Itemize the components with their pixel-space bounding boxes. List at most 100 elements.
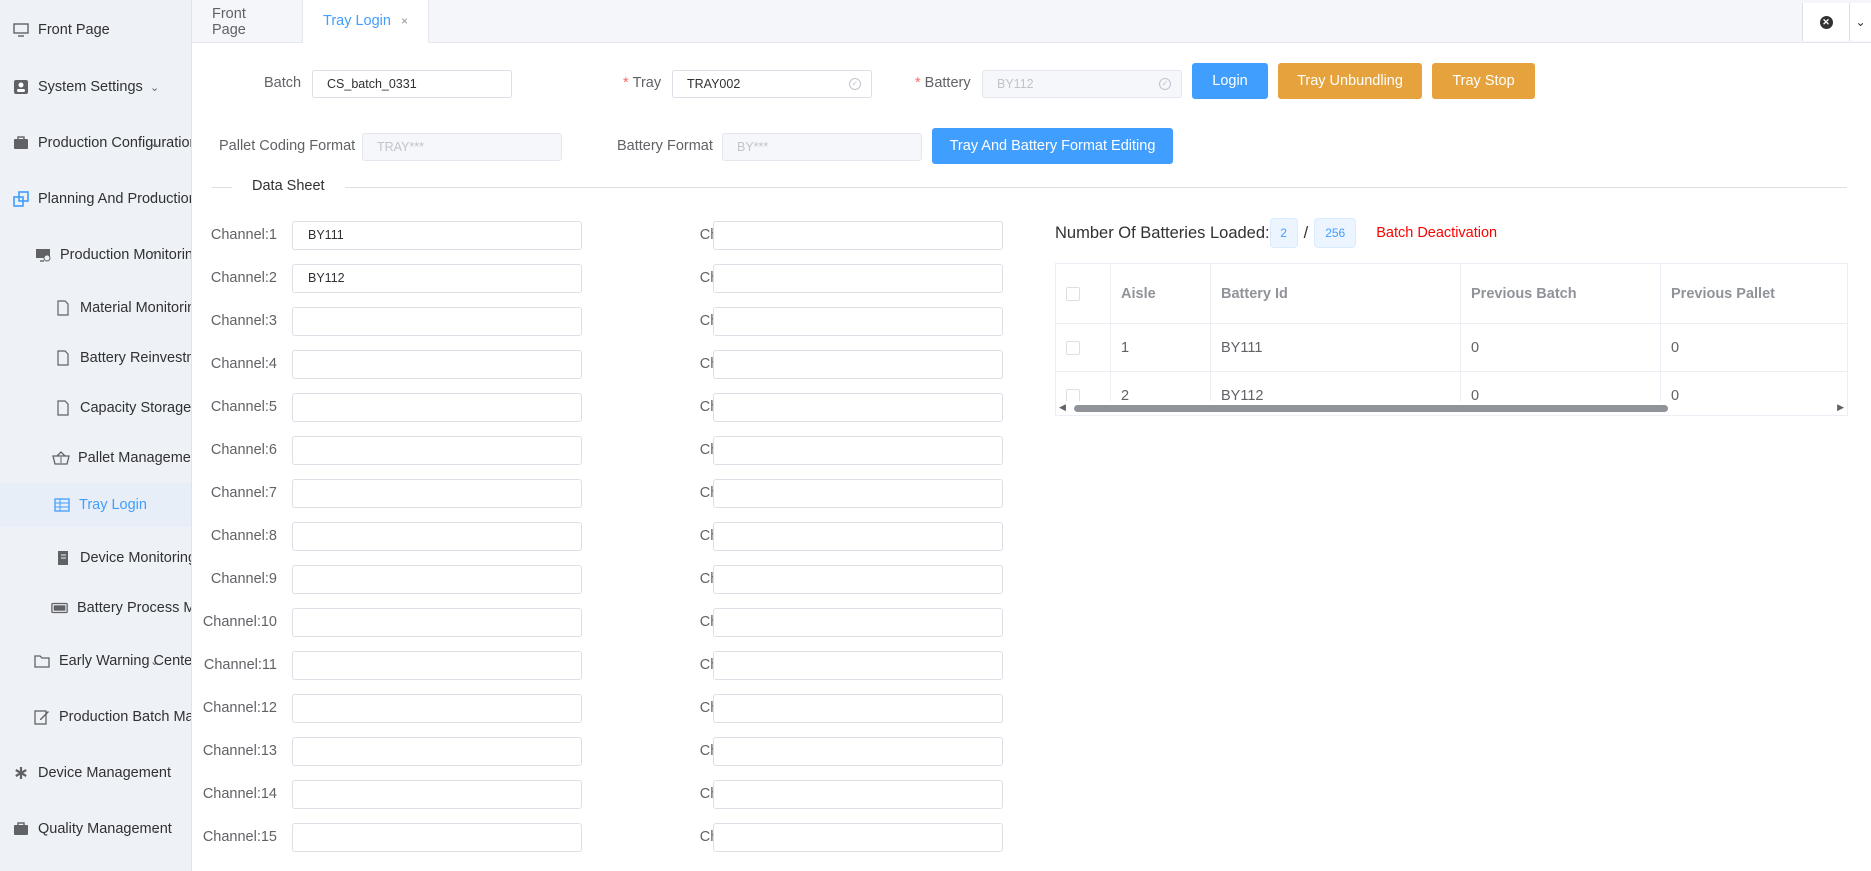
login-button[interactable]: Login [1192,63,1268,99]
sidebar-item-device-management[interactable]: Device Management ⌄ [0,753,191,793]
sidebar-item-pallet-management[interactable]: Pallet Management [0,438,192,478]
channel-label: Channel:7 [210,485,277,501]
battery-input-value: BY112 [997,77,1034,91]
battery-format-input[interactable]: BY*** [722,133,922,161]
tab-menu-button[interactable]: ⌄ [1849,3,1871,41]
channel-input[interactable] [292,736,582,766]
notebook-icon [54,549,72,567]
sidebar-item-label: Pallet Management [78,450,192,466]
sidebar-item-production-configuration[interactable]: Production Configuration ⌄ [0,123,192,163]
scroll-left-arrow-icon[interactable]: ◀ [1059,402,1066,413]
channel-label: Channel:6 [210,442,277,458]
channel-input[interactable] [292,650,582,680]
channel-input[interactable] [292,779,582,809]
channel-input[interactable] [292,607,582,637]
channel-input[interactable] [713,349,1003,379]
sidebar-item-system-settings[interactable]: System Settings ⌄ [0,67,191,107]
column-header-battery-id[interactable]: Battery Id [1211,264,1461,323]
channel-input[interactable] [713,779,1003,809]
channel-input[interactable] [713,306,1003,336]
channel-input[interactable] [713,564,1003,594]
channel-input[interactable] [713,650,1003,680]
batch-input[interactable]: CS_batch_0331 [312,70,512,98]
close-icon[interactable]: × [401,14,408,28]
channel-input[interactable] [292,693,582,723]
loaded-separator: / [1303,223,1309,242]
sidebar-item-label: Production Configuration [38,135,192,151]
channel-row: Channel:138 [630,607,1003,637]
channel-input[interactable] [292,564,582,594]
sidebar-item-label: Front Page [38,22,110,38]
batch-deactivation-link[interactable]: Batch Deactivation [1376,225,1497,241]
batch-input-value: CS_batch_0331 [327,77,417,91]
channel-input[interactable] [713,220,1003,250]
sidebar-item-battery-process[interactable]: Battery Process Mo [0,588,192,628]
scroll-right-arrow-icon[interactable]: ▶ [1837,402,1844,413]
channel-row: Channel:1 BY111 [200,220,582,250]
sidebar-item-capacity-storage[interactable]: Capacity Storage Li [0,388,191,428]
channel-input[interactable] [292,392,582,422]
channel-label: Channel:15 [202,829,277,845]
channel-input[interactable] [713,435,1003,465]
pallet-format-input[interactable]: TRAY*** [362,133,562,161]
channel-row: Channel:140 [630,693,1003,723]
channel-input[interactable] [713,392,1003,422]
header-checkbox-cell [1056,264,1111,323]
channel-input[interactable] [292,478,582,508]
close-all-tabs-button[interactable]: ✕ [1802,3,1849,41]
sidebar-item-front-page[interactable]: Front Page [0,10,191,50]
sidebar-item-production-monitoring[interactable]: Production Monitoring ⌃ [0,235,192,275]
column-header-previous-batch[interactable]: Previous Batch [1461,264,1661,323]
channel-input[interactable] [713,736,1003,766]
tab-front-page[interactable]: Front Page [192,0,303,43]
sidebar-item-production-batch[interactable]: Production Batch Man [0,697,191,737]
tray-unbundling-button[interactable]: Tray Unbundling [1278,63,1422,99]
previous-pallet-cell: 0 [1671,339,1680,356]
sidebar-item-quality-management[interactable]: Quality Management ⌄ [0,809,191,849]
channel-input[interactable] [713,693,1003,723]
column-header-previous-pallet[interactable]: Previous Pallet [1661,264,1847,323]
sidebar-item-battery-reinvestment[interactable]: Battery Reinvestment [0,338,191,378]
column-header-aisle[interactable]: Aisle [1111,264,1211,323]
battery-input[interactable]: BY112 ✓ [982,70,1182,98]
pallet-format-label: Pallet Coding Format [219,138,356,154]
sidebar-item-label: Tray Login [79,497,147,513]
channel-row: Channel:8 [200,521,582,551]
tab-tray-login[interactable]: Tray Login × [303,0,429,43]
sidebar-item-tray-login[interactable]: Tray Login [0,483,191,527]
tray-input[interactable]: TRAY002 ✓ [672,70,872,98]
channel-input[interactable] [713,822,1003,852]
channel-input[interactable] [292,349,582,379]
scrollbar-thumb[interactable] [1074,405,1668,412]
channel-row: Channel:14 [200,779,582,809]
chevron-down-icon: ⌄ [150,767,160,780]
sidebar-item-material-monitoring[interactable]: Material Monitoring [0,288,191,328]
channel-input[interactable] [713,607,1003,637]
select-all-checkbox[interactable] [1066,286,1080,301]
channel-input[interactable] [292,435,582,465]
channel-input[interactable] [713,263,1003,293]
sidebar-item-label: Battery Process Mo [77,600,192,616]
channel-input[interactable] [292,306,582,336]
format-edit-button[interactable]: Tray And Battery Format Editing [932,128,1173,164]
sidebar-item-planning-and-production[interactable]: Planning And Production ⌃ [0,179,191,219]
chevron-down-icon: ⌄ [150,655,160,668]
row-checkbox[interactable] [1066,340,1080,355]
channel-input[interactable] [713,478,1003,508]
sidebar-item-early-warning-center[interactable]: Early Warning Center ⌄ [0,641,191,681]
battery-table: Aisle Battery Id Previous Batch Previous… [1055,263,1848,416]
page-scrollbar[interactable] [1865,94,1871,214]
channel-input[interactable] [292,521,582,551]
channel-input[interactable] [292,822,582,852]
sidebar-item-device-monitoring[interactable]: Device Monitoring [0,538,191,578]
channel-row: Channel:6 [200,435,582,465]
basket-icon [52,449,70,467]
channel-input[interactable] [713,521,1003,551]
table-horizontal-scrollbar[interactable]: ◀ ▶ [1056,401,1847,415]
channel-input[interactable]: BY112 [292,263,582,293]
previous-batch-cell: 0 [1461,324,1661,371]
channel-input[interactable]: BY111 [292,220,582,250]
tray-stop-button[interactable]: Tray Stop [1432,63,1535,99]
sidebar-item-label: Production Monitoring [60,247,192,263]
table-row[interactable]: 1 BY111 0 0 [1056,324,1847,372]
